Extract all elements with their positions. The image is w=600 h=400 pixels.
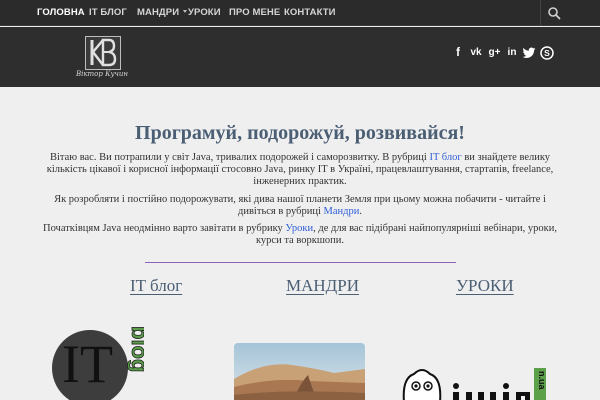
site-logo[interactable]: Віктор Кучин <box>72 36 132 82</box>
it-blog-link[interactable]: IT блог <box>429 152 461 163</box>
intro-paragraph-2: Як розробляти і постійно подорожувати, я… <box>40 194 560 218</box>
paragraph-text: Як розробляти і постійно подорожувати, я… <box>54 194 546 217</box>
mandry-link[interactable]: Мандри <box>324 206 360 217</box>
section-title-it-blog[interactable]: IT блог <box>130 276 182 296</box>
page-headline: Програмуй, подорожуй, розвивайся! <box>135 122 465 144</box>
svg-text:n.ua: n.ua <box>537 371 547 390</box>
svg-text:S: S <box>544 48 550 58</box>
section-title-mandry[interactable]: МАНДРИ <box>286 276 359 296</box>
intro-paragraph-1: Вітаю вас. Ви потрапили у світ Java, три… <box>40 152 560 188</box>
mandry-thumbnail[interactable] <box>234 343 365 400</box>
logo-signature: Віктор Кучин <box>75 70 129 78</box>
twitter-icon[interactable] <box>522 46 536 60</box>
linkedin-icon[interactable]: in <box>505 46 519 60</box>
nav-item-label: МАНДРИ <box>137 7 180 18</box>
uroky-thumbnail[interactable]: n.ua <box>400 362 565 400</box>
it-blog-thumbnail[interactable]: IT blog <box>48 322 144 400</box>
search-icon[interactable] <box>547 6 561 20</box>
nav-item-label: УРОКИ <box>188 7 221 18</box>
top-nav: ГОЛОВНА IT БЛОГ МАНДРИ УРОКИ ПРО МЕНЕ КО… <box>0 0 600 26</box>
logo-mark <box>85 36 121 70</box>
nav-item-label: КОНТАКТИ <box>284 7 336 18</box>
owl-mascot-icon <box>402 369 442 400</box>
nav-item-contacts[interactable]: КОНТАКТИ <box>277 0 343 26</box>
nav-item-uroky[interactable]: УРОКИ <box>181 0 228 26</box>
paragraph-text: Початківцям Java неодмінно варто завітат… <box>42 223 286 234</box>
skype-icon[interactable]: S <box>540 46 554 60</box>
logo-kb-icon <box>90 38 117 67</box>
svg-text:blog: blog <box>127 326 144 372</box>
nav-item-it-blog[interactable]: IT БЛОГ <box>82 0 134 26</box>
paragraph-text: Вітаю вас. Ви потрапили у світ Java, три… <box>49 152 430 163</box>
nav-divider <box>540 0 541 26</box>
facebook-icon[interactable]: f <box>451 46 465 60</box>
nav-item-label: ПРО МЕНЕ <box>229 7 281 18</box>
section-title-uroky[interactable]: УРОКИ <box>456 276 514 296</box>
section-divider <box>145 262 456 263</box>
uroky-link[interactable]: Уроки <box>285 223 313 234</box>
it-logo-glyph: IT <box>62 334 113 394</box>
paragraph-text: . <box>359 206 362 217</box>
intro-paragraph-3: Початківцям Java неодмінно варто завітат… <box>40 223 560 247</box>
nav-item-label: ГОЛОВНА <box>37 7 85 18</box>
google-plus-icon[interactable]: g+ <box>487 46 502 60</box>
nav-item-label: IT БЛОГ <box>89 7 127 18</box>
vk-icon[interactable]: vk <box>467 46 485 60</box>
